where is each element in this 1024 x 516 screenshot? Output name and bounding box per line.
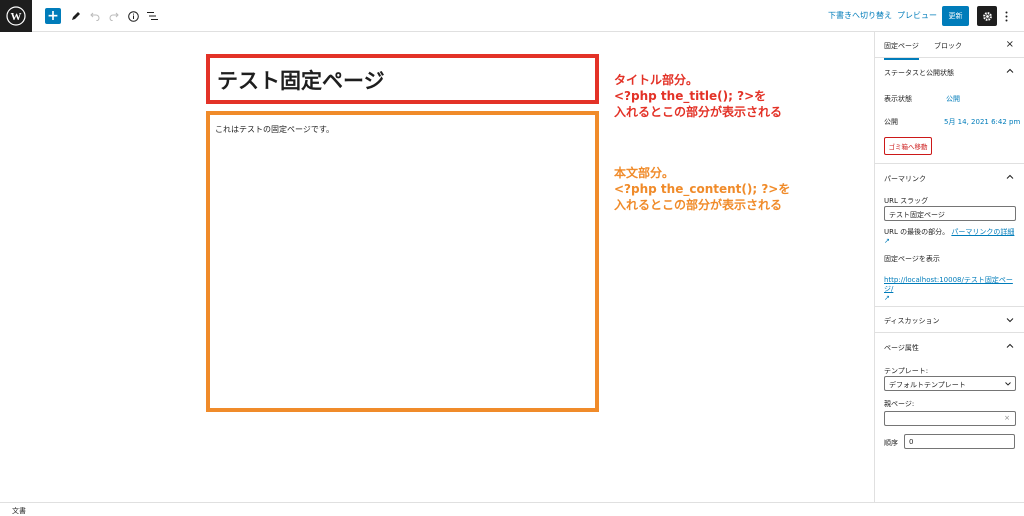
permalink-help-text: URL の最後の部分。 [884, 228, 950, 236]
chevron-down-icon [1006, 318, 1014, 323]
editor-footer: 文書 [0, 502, 1024, 516]
post-title[interactable]: テスト固定ページ [217, 65, 385, 95]
content-annotation-line: <?php the_content(); ?>を [614, 182, 791, 196]
view-page-link[interactable]: http://localhost:10008/テスト固定ページ/ [884, 276, 1013, 293]
title-annotation-line: <?php the_title(); ?>を [614, 89, 767, 103]
publish-date-link[interactable]: 5月 14, 2021 6:42 pm [944, 117, 1020, 127]
publish-label: 公開 [884, 118, 898, 126]
add-block-button[interactable]: + [45, 8, 61, 24]
permalink-panel-header[interactable]: パーマリンク [875, 164, 1024, 192]
clear-icon[interactable]: × [1004, 414, 1010, 422]
breadcrumb-document[interactable]: 文書 [12, 506, 26, 516]
visibility-value-link[interactable]: 公開 [946, 94, 960, 104]
update-button[interactable]: 更新 [942, 6, 969, 26]
sidebar-tabs: 固定ページ ブロック × [875, 32, 1024, 60]
page-attributes-panel: ページ属性 テンプレート: デフォルトテンプレート 親ページ: × 順序 0 [875, 333, 1024, 473]
editor-toolbar: W + 下書きへ切り替え プレビュー 更新 [0, 0, 1024, 32]
status-panel-header[interactable]: ステータスと公開状態 [875, 58, 1024, 86]
post-content-paragraph[interactable]: これはテストの固定ページです。 [215, 124, 334, 135]
title-annotation-line: 入れるとこの部分が表示される [614, 105, 783, 119]
chevron-down-icon [1005, 382, 1011, 386]
order-label: 順序 [884, 439, 898, 447]
page-attributes-panel-header[interactable]: ページ属性 [875, 333, 1024, 361]
permalink-panel: パーマリンク URL スラッグ テスト固定ページ URL の最後の部分。 パーマ… [875, 164, 1024, 307]
edit-pencil-icon[interactable] [70, 7, 82, 25]
close-icon[interactable]: × [1006, 39, 1014, 50]
info-icon[interactable] [127, 7, 139, 25]
parent-page-input[interactable]: × [884, 411, 1016, 426]
view-page-url: http://localhost:10008/テスト固定ページ/ ↗ [884, 276, 1019, 303]
list-view-icon[interactable] [146, 7, 158, 25]
panel-title: ページ属性 [884, 344, 919, 352]
order-input[interactable]: 0 [904, 434, 1015, 449]
preview-button[interactable]: プレビュー [897, 10, 937, 21]
visibility-label: 表示状態 [884, 95, 912, 103]
switch-to-draft-button[interactable]: 下書きへ切り替え [828, 10, 892, 21]
title-annotation: タイトル部分。 <?php the_title(); ?>を 入れるとこの部分が… [614, 72, 782, 120]
url-slug-input[interactable]: テスト固定ページ [884, 206, 1016, 221]
tab-block[interactable]: ブロック [934, 41, 962, 51]
external-link-icon: ↗ [884, 294, 890, 302]
template-label: テンプレート: [884, 367, 929, 375]
editor-canvas: テスト固定ページ これはテストの固定ページです。 タイトル部分。 <?php t… [0, 32, 874, 502]
discussion-panel: ディスカッション [875, 307, 1024, 333]
content-annotation: 本文部分。 <?php the_content(); ?>を 入れるとこの部分が… [614, 165, 790, 213]
wordpress-logo-icon[interactable]: W [0, 0, 32, 32]
chevron-up-icon [1006, 174, 1014, 179]
panel-title: ステータスと公開状態 [884, 69, 954, 77]
discussion-panel-header[interactable]: ディスカッション [875, 307, 1024, 333]
status-panel: ステータスと公開状態 表示状態 公開 公開 5月 14, 2021 6:42 p… [875, 58, 1024, 164]
move-to-trash-button[interactable]: ゴミ箱へ移動 [884, 137, 932, 155]
view-page-label: 固定ページを表示 [884, 255, 940, 263]
panel-title: ディスカッション [884, 317, 940, 325]
external-link-icon: ↗ [884, 237, 890, 245]
more-options-icon[interactable] [1002, 8, 1010, 24]
title-highlight-box: テスト固定ページ [206, 54, 599, 104]
settings-gear-icon[interactable] [977, 6, 997, 26]
permalink-help: URL の最後の部分。 パーマリンクの詳細 ↗ [884, 228, 1019, 246]
url-slug-label: URL スラッグ [884, 197, 929, 205]
title-annotation-line: タイトル部分。 [614, 73, 699, 87]
chevron-up-icon [1006, 68, 1014, 73]
redo-icon[interactable] [108, 7, 120, 25]
template-select[interactable]: デフォルトテンプレート [884, 376, 1016, 391]
undo-icon[interactable] [89, 7, 101, 25]
content-annotation-line: 入れるとこの部分が表示される [614, 198, 783, 212]
content-annotation-line: 本文部分。 [614, 166, 675, 180]
svg-text:W: W [11, 11, 22, 23]
template-select-value: デフォルトテンプレート [889, 381, 966, 389]
parent-page-label: 親ページ: [884, 400, 915, 408]
panel-title: パーマリンク [884, 175, 926, 183]
chevron-up-icon [1006, 343, 1014, 348]
permalink-details-link[interactable]: パーマリンクの詳細 [951, 228, 1014, 236]
content-highlight-box: これはテストの固定ページです。 [206, 111, 599, 412]
settings-sidebar: 固定ページ ブロック × ステータスと公開状態 表示状態 公開 公開 5月 14… [874, 32, 1024, 502]
